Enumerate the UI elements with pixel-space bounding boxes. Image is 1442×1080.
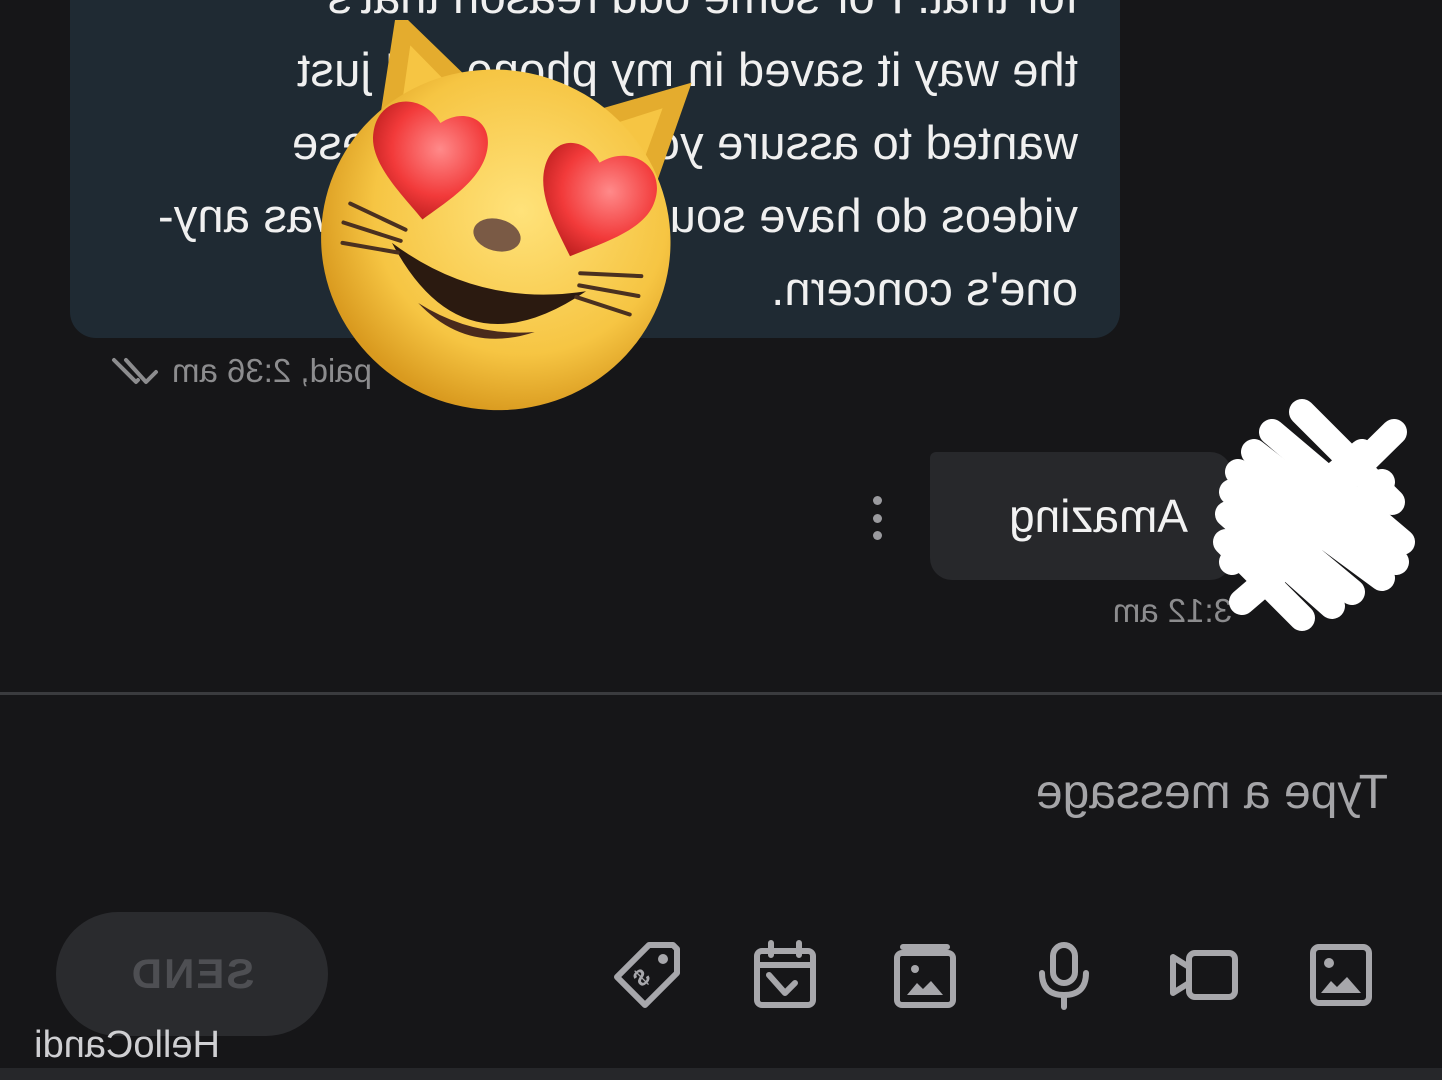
bottom-bar: [0, 1068, 1442, 1080]
censor-scribble: [1213, 399, 1415, 631]
outgoing-message-bubble[interactable]: Amazing: [930, 452, 1232, 580]
microphone-icon[interactable]: [1019, 930, 1109, 1020]
outgoing-message-text: Amazing: [1009, 490, 1188, 542]
composer-divider: [0, 692, 1442, 695]
price-tag-icon[interactable]: $: [602, 930, 692, 1020]
chat-screen: for that. For some odd reason that's the…: [0, 0, 1442, 1080]
vault-icon[interactable]: [880, 930, 970, 1020]
video-icon[interactable]: [1158, 930, 1248, 1020]
double-check-icon: [112, 358, 159, 384]
message-input[interactable]: [688, 752, 1388, 832]
heart-eyes-cat-sticker: [321, 20, 692, 411]
composer-toolbar: $: [606, 930, 1386, 1020]
send-button[interactable]: SEND: [56, 912, 328, 1036]
watermark-text: HelloCandi: [34, 1024, 220, 1066]
image-icon[interactable]: [1296, 930, 1386, 1020]
more-vertical-icon[interactable]: [866, 496, 890, 540]
schedule-icon[interactable]: [740, 930, 830, 1020]
incoming-message-line: one's concern.: [770, 262, 1078, 315]
